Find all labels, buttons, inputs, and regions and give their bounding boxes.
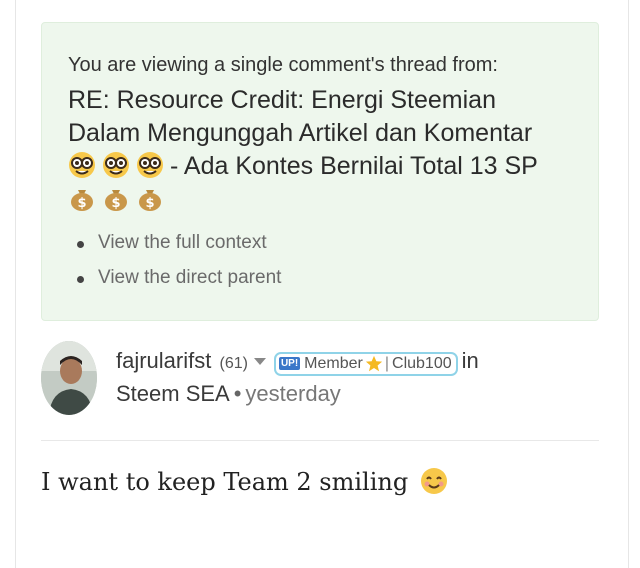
link-full-context-label[interactable]: View the full context bbox=[98, 232, 267, 253]
link-full-context[interactable]: View the full context bbox=[77, 232, 281, 267]
up-badge-icon: UP! bbox=[278, 357, 301, 370]
author-name-link[interactable]: fajrularifst bbox=[116, 348, 211, 373]
nerd-face-emoji-icon bbox=[137, 152, 163, 178]
title-line-2: Dalam Mengunggah Artikel dan Komentar bbox=[68, 119, 533, 147]
svg-text:$: $ bbox=[77, 196, 86, 211]
star-icon bbox=[365, 355, 382, 371]
link-direct-parent-label[interactable]: View the direct parent bbox=[98, 267, 281, 288]
nerd-face-emoji-icon bbox=[103, 152, 129, 178]
author-reputation: (61) bbox=[219, 355, 248, 372]
thread-links-list: View the full context View the direct pa… bbox=[77, 232, 281, 302]
money-bag-emoji-icon: $ bbox=[105, 190, 127, 211]
money-bag-emoji-icon: $ bbox=[139, 190, 161, 211]
title-line-4: $ $ $ bbox=[68, 183, 588, 216]
title-line-1: RE: Resource Credit: Energi Steemian bbox=[68, 86, 496, 114]
svg-text:$: $ bbox=[145, 196, 154, 211]
community-line: Steem SEA • yesterday bbox=[116, 381, 341, 407]
comment-body: I want to keep Team 2 smiling bbox=[41, 467, 448, 496]
thread-notice-box: You are viewing a single comment's threa… bbox=[41, 22, 599, 321]
bullet-icon bbox=[77, 241, 84, 248]
author-line: fajrularifst (61) UP! Member | Club100 i… bbox=[116, 348, 479, 376]
svg-text:$: $ bbox=[111, 196, 120, 211]
smiling-face-emoji-icon bbox=[420, 468, 447, 494]
community-link[interactable]: Steem SEA bbox=[116, 381, 230, 406]
money-bag-emoji-icon: $ bbox=[71, 190, 93, 211]
frame-left-border bbox=[15, 0, 16, 568]
title-line-3: - Ada Kontes Bernilai Total 13 SP bbox=[68, 150, 588, 183]
link-direct-parent[interactable]: View the direct parent bbox=[77, 267, 281, 302]
caret-down-icon[interactable] bbox=[253, 358, 266, 365]
comment-divider bbox=[41, 440, 599, 441]
bullet-icon bbox=[77, 276, 84, 283]
badge-member-label: Member bbox=[304, 354, 363, 372]
title-line-3-text: - Ada Kontes Bernilai Total 13 SP bbox=[170, 152, 538, 180]
frame-right-border bbox=[628, 0, 629, 568]
member-badge[interactable]: UP! Member | Club100 bbox=[273, 351, 458, 376]
badge-divider: | bbox=[384, 354, 390, 372]
meta-separator: • bbox=[233, 381, 242, 406]
badge-club-label: Club100 bbox=[392, 354, 452, 372]
comment-timestamp[interactable]: yesterday bbox=[245, 381, 340, 406]
in-word: in bbox=[461, 348, 479, 373]
thread-parent-title[interactable]: RE: Resource Credit: Energi Steemian Dal… bbox=[68, 84, 588, 216]
author-avatar[interactable] bbox=[41, 341, 97, 415]
nerd-face-emoji-icon bbox=[69, 152, 95, 178]
avatar-photo bbox=[41, 341, 97, 415]
comment-body-text: I want to keep Team 2 smiling bbox=[41, 468, 409, 496]
thread-intro-text: You are viewing a single comment's threa… bbox=[68, 54, 498, 76]
